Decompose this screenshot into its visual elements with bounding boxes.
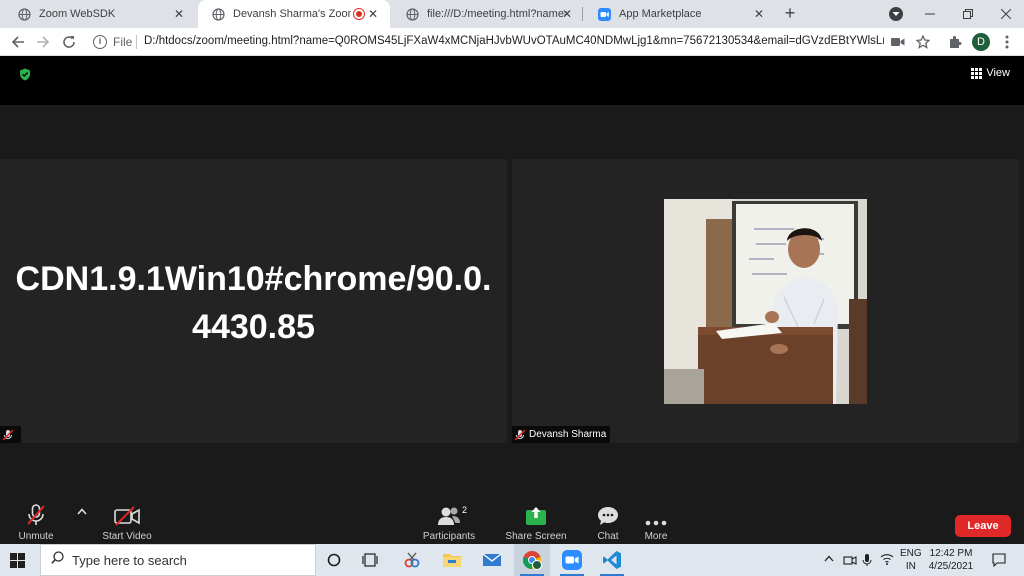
participant-tile[interactable]: CDN1.9.1Win10#chrome/90.0. 4430.85: [0, 159, 507, 443]
audio-options-caret-icon[interactable]: [77, 507, 87, 518]
participants-icon: [437, 506, 461, 529]
taskbar-search-box[interactable]: Type here to search: [40, 544, 316, 576]
chat-bubble-icon: [597, 506, 619, 529]
search-icon: [51, 551, 64, 569]
recording-indicator-icon: [353, 8, 365, 20]
bookmark-star-icon[interactable]: [913, 32, 933, 52]
url-separator: [136, 35, 137, 49]
share-screen-label: Share Screen: [505, 531, 567, 542]
reload-icon[interactable]: [59, 32, 79, 52]
meet-now-icon[interactable]: [843, 553, 857, 570]
display-name-line-2: 4430.85: [192, 308, 315, 346]
restore-icon[interactable]: [950, 0, 986, 28]
chrome-icon[interactable]: [514, 544, 550, 576]
cortana-icon[interactable]: [316, 544, 352, 576]
close-tab-icon[interactable]: ✕: [752, 7, 766, 21]
tab-separator: [582, 7, 583, 21]
more-button[interactable]: More: [638, 503, 674, 544]
browser-tab-strip: Zoom WebSDK ✕ Devansh Sharma's Zoom Me ✕…: [0, 0, 1024, 28]
zoom-icon: [598, 7, 611, 21]
tab-title: Zoom WebSDK: [39, 8, 116, 20]
meeting-control-bar: Unmute Start Video Participants 2 Share …: [0, 503, 1024, 544]
encryption-shield-icon[interactable]: [19, 68, 31, 86]
close-tab-icon[interactable]: ✕: [560, 7, 574, 21]
tab-title: Devansh Sharma's Zoom Me: [233, 8, 351, 20]
share-screen-icon: [525, 506, 547, 529]
participant-name-tag: [0, 426, 21, 443]
browser-toolbar: i File D:/htdocs/zoom/meeting.html?name=…: [0, 28, 1024, 56]
globe-icon: [212, 7, 225, 21]
tab-zoom-websdk[interactable]: Zoom WebSDK ✕: [4, 0, 196, 28]
unmute-label: Unmute: [18, 531, 54, 542]
windows-taskbar: Type here to search ENG IN 12:42 PM 4/25…: [0, 544, 1024, 576]
mail-icon[interactable]: [474, 544, 510, 576]
vscode-icon[interactable]: [594, 544, 630, 576]
microphone-tray-icon[interactable]: [862, 553, 872, 570]
video-off-icon: [114, 506, 140, 529]
search-placeholder: Type here to search: [72, 552, 187, 568]
input-language-indicator[interactable]: ENG IN: [900, 547, 922, 573]
tab-app-marketplace[interactable]: App Marketplace ✕: [584, 0, 776, 28]
snipping-tool-icon[interactable]: [394, 544, 430, 576]
menu-kebab-icon[interactable]: [997, 32, 1017, 52]
language-code: ENG: [900, 548, 922, 559]
participants-button[interactable]: Participants: [418, 503, 480, 544]
close-tab-icon[interactable]: ✕: [172, 7, 186, 21]
tab-file-meeting[interactable]: file:///D:/meeting.html?name=Q0 ✕: [392, 0, 584, 28]
view-label: View: [986, 67, 1010, 79]
clock-time: 12:42 PM: [929, 548, 973, 559]
participants-label: Participants: [422, 531, 476, 542]
new-tab-button[interactable]: +: [780, 4, 800, 24]
system-clock[interactable]: 12:42 PM 4/25/2021: [928, 547, 974, 573]
zoom-app-icon[interactable]: [554, 544, 590, 576]
muted-mic-icon: [514, 428, 526, 441]
more-label: More: [644, 531, 668, 542]
participant-display-name: CDN1.9.1Win10#chrome/90.0. 4430.85: [0, 255, 507, 351]
minimize-icon[interactable]: [912, 0, 948, 28]
chat-label: Chat: [597, 531, 619, 542]
start-video-label: Start Video: [102, 531, 152, 542]
view-button[interactable]: View: [971, 67, 1010, 79]
close-window-icon[interactable]: [988, 0, 1024, 28]
wifi-icon[interactable]: [880, 553, 894, 568]
show-hidden-icons-icon[interactable]: [824, 553, 834, 565]
leave-button[interactable]: Leave: [955, 515, 1011, 537]
meeting-window: View CDN1.9.1Win10#chrome/90.0. 4430.85: [0, 57, 1024, 544]
muted-mic-icon: [26, 504, 46, 529]
forward-icon[interactable]: [33, 32, 53, 52]
participant-count-badge: 2: [462, 505, 468, 515]
tab-meeting[interactable]: Devansh Sharma's Zoom Me ✕: [198, 0, 390, 28]
notification-center-icon[interactable]: [992, 553, 1006, 572]
camera-blocked-icon[interactable]: [888, 32, 908, 52]
back-icon[interactable]: [8, 32, 28, 52]
task-view-icon[interactable]: [352, 544, 388, 576]
start-video-button[interactable]: Start Video: [98, 503, 156, 544]
clock-date: 4/25/2021: [928, 561, 974, 572]
more-dots-icon: [645, 518, 667, 529]
unmute-button[interactable]: Unmute: [14, 503, 58, 544]
profile-avatar[interactable]: D: [972, 33, 990, 51]
file-explorer-icon[interactable]: [434, 544, 470, 576]
address-bar[interactable]: D:/htdocs/zoom/meeting.html?name=Q0ROMS4…: [144, 35, 884, 47]
participant-video-photo: [664, 199, 867, 404]
globe-icon: [18, 7, 31, 21]
participant-tile-devansh[interactable]: Devansh Sharma: [512, 159, 1019, 443]
extensions-icon[interactable]: [945, 32, 965, 52]
grid-view-icon: [971, 67, 983, 79]
chat-button[interactable]: Chat: [590, 503, 626, 544]
site-info-icon[interactable]: i: [93, 35, 107, 49]
tab-title: file:///D:/meeting.html?name=Q0: [427, 8, 567, 20]
scheme-label: File: [113, 35, 133, 49]
display-name-line-1: CDN1.9.1Win10#chrome/90.0.: [15, 260, 492, 298]
share-screen-button[interactable]: Share Screen: [504, 503, 568, 544]
muted-mic-icon: [2, 428, 14, 441]
participant-name-tag: Devansh Sharma: [512, 426, 611, 443]
windows-start-icon[interactable]: [10, 553, 25, 573]
tab-search-icon[interactable]: [889, 7, 903, 21]
region-code: IN: [905, 561, 916, 572]
close-tab-icon[interactable]: ✕: [366, 7, 380, 21]
participant-name: Devansh Sharma: [529, 429, 607, 440]
tab-title: App Marketplace: [619, 8, 702, 20]
globe-icon: [406, 7, 419, 21]
